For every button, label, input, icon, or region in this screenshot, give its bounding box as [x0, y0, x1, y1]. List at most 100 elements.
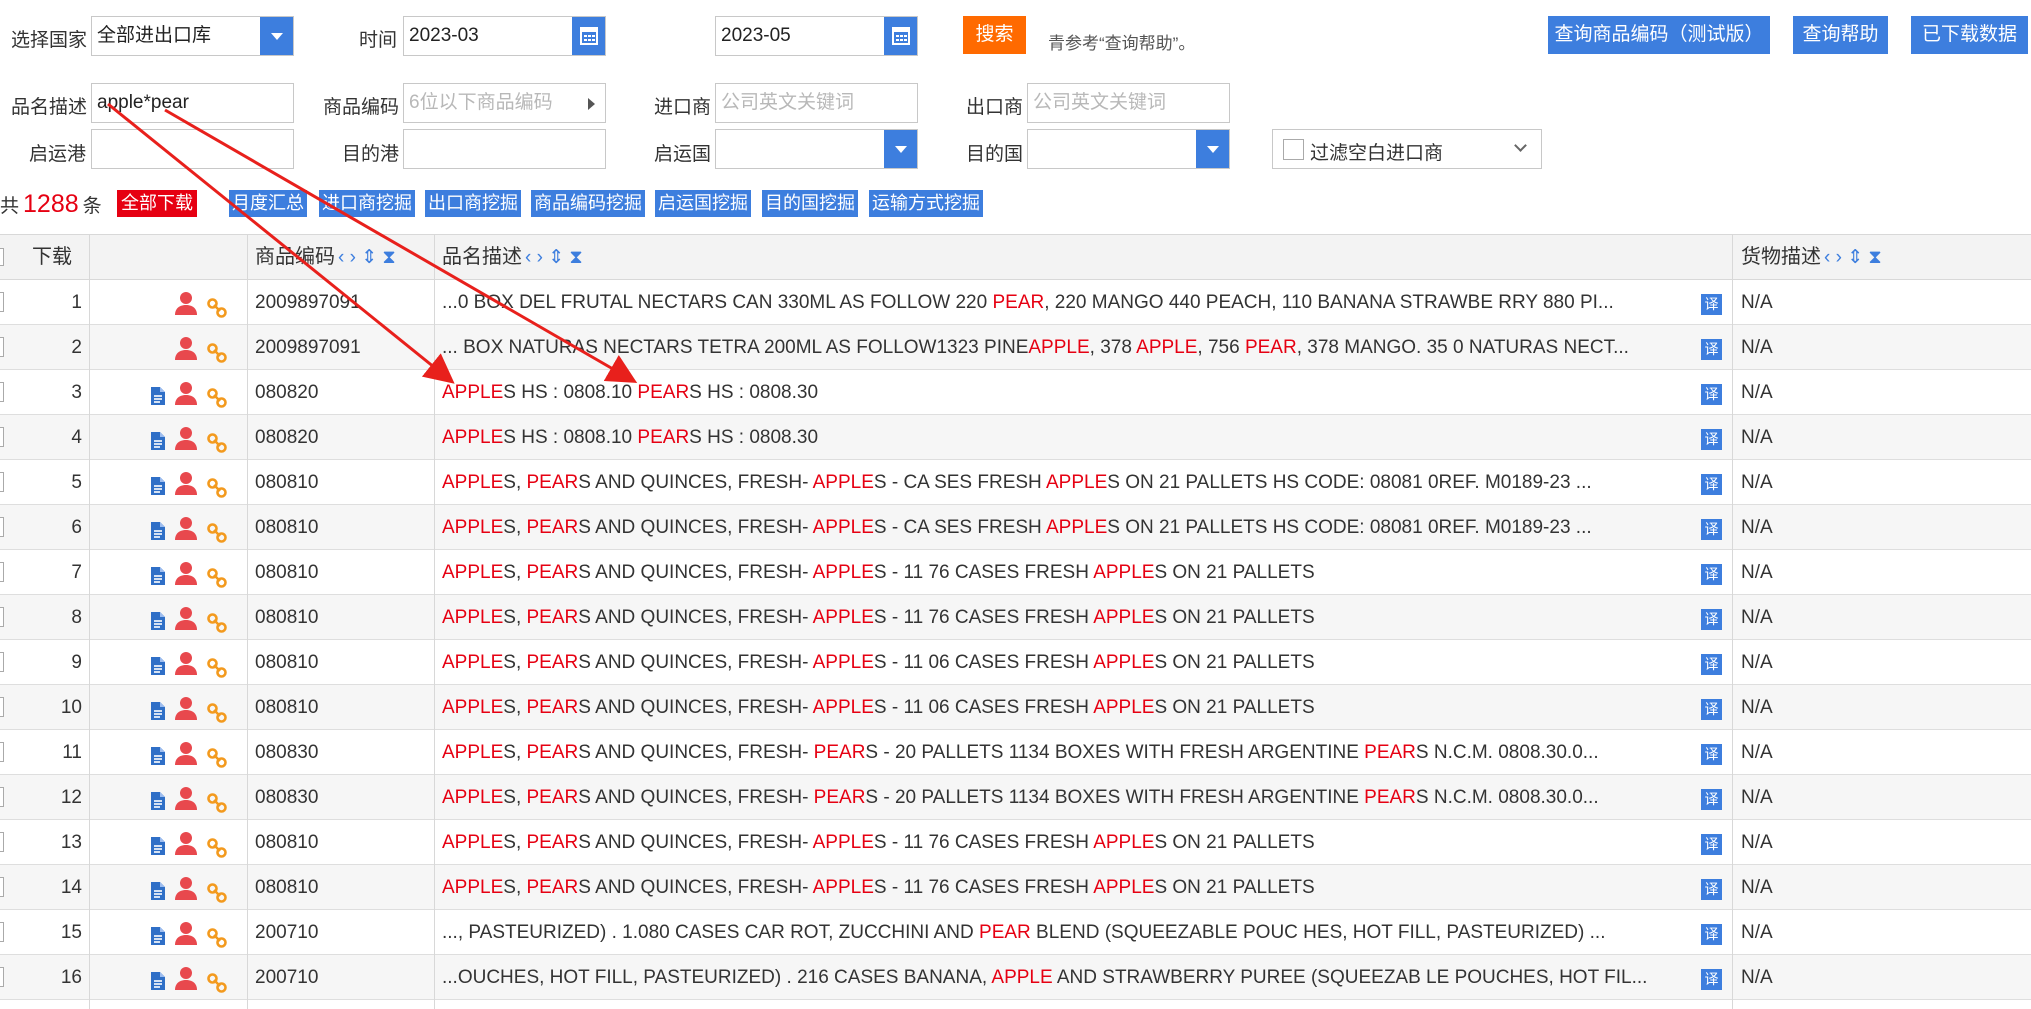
row-checkbox[interactable]: [0, 877, 4, 897]
row-checkbox[interactable]: [0, 607, 4, 627]
header-goods[interactable]: 货物描述 ‹ › ⇕ ⧗: [1741, 235, 1882, 279]
document-icon[interactable]: [150, 656, 166, 681]
header-select-checkbox[interactable]: [0, 248, 4, 266]
caret-right-icon[interactable]: [588, 98, 595, 110]
person-icon[interactable]: [175, 291, 197, 320]
row-description[interactable]: ...0 BOX DEL FRUTAL NECTARS CAN 330ML AS…: [442, 280, 1692, 325]
link-icon[interactable]: [207, 748, 227, 773]
translate-icon[interactable]: 译: [1701, 294, 1722, 315]
sort-icon[interactable]: ‹ › ⇕ ⧗: [525, 236, 583, 280]
translate-icon[interactable]: 译: [1701, 474, 1722, 495]
translate-icon[interactable]: 译: [1701, 519, 1722, 540]
person-icon[interactable]: [175, 786, 197, 815]
tool-hscode-mining[interactable]: 商品编码挖掘: [531, 190, 645, 217]
chevron-down-icon[interactable]: [1196, 130, 1229, 168]
translate-icon[interactable]: 译: [1701, 744, 1722, 765]
link-icon[interactable]: [207, 613, 227, 638]
table-row[interactable]: 11 080830 APPLES, PEARS AND QUINCES, FRESH…: [0, 730, 2031, 775]
translate-icon[interactable]: 译: [1701, 654, 1722, 675]
translate-icon[interactable]: 译: [1701, 789, 1722, 810]
link-icon[interactable]: [207, 388, 227, 413]
table-row[interactable]: 1 2009897091 ...0 BOX DEL FRUTAL NECTARS C…: [0, 280, 2031, 325]
person-icon[interactable]: [175, 336, 197, 365]
translate-icon[interactable]: 译: [1701, 609, 1722, 630]
document-icon[interactable]: [150, 836, 166, 861]
translate-icon[interactable]: 译: [1701, 834, 1722, 855]
row-description[interactable]: APPLES, PEARS AND QUINCES, FRESH- APPLES…: [442, 865, 1692, 910]
person-icon[interactable]: [175, 966, 197, 995]
document-icon[interactable]: [150, 386, 166, 411]
link-icon[interactable]: [207, 568, 227, 593]
translate-icon[interactable]: 译: [1701, 429, 1722, 450]
time-start-input[interactable]: 2023-03: [403, 16, 606, 56]
link-icon[interactable]: [207, 793, 227, 818]
sort-icon[interactable]: ‹ › ⇕ ⧗: [1824, 236, 1882, 280]
product-code-input[interactable]: 6位以下商品编码: [403, 83, 606, 123]
table-row[interactable]: 4 080820 APPLES HS : 0808.10 PEARS HS : 08…: [0, 415, 2031, 460]
row-description[interactable]: APPLES, PEARS AND QUINCES, FRESH- APPLES…: [442, 550, 1692, 595]
row-checkbox[interactable]: [0, 517, 4, 537]
download-all-button[interactable]: 全部下载: [117, 190, 197, 217]
document-icon[interactable]: [150, 611, 166, 636]
link-icon[interactable]: [207, 838, 227, 863]
link-icon[interactable]: [207, 883, 227, 908]
link-icon[interactable]: [207, 478, 227, 503]
table-row[interactable]: 2 2009897091 ... BOX NATURAS NECTARS TETRA…: [0, 325, 2031, 370]
table-row[interactable]: 9 080810 APPLES, PEARS AND QUINCES, FRESH-…: [0, 640, 2031, 685]
table-row[interactable]: 16 200710 ...OUCHES, HOT FILL, PASTEURIZED…: [0, 955, 2031, 1000]
person-icon[interactable]: [175, 741, 197, 770]
row-checkbox[interactable]: [0, 292, 4, 312]
row-checkbox[interactable]: [0, 562, 4, 582]
row-description[interactable]: ...OUCHES, HOT FILL, PASTEURIZED) . 216 …: [442, 955, 1692, 1000]
person-icon[interactable]: [175, 381, 197, 410]
tool-dest-country-mining[interactable]: 目的国挖掘: [762, 190, 858, 217]
row-checkbox[interactable]: [0, 742, 4, 762]
product-desc-input[interactable]: apple*pear: [91, 83, 294, 123]
person-icon[interactable]: [175, 561, 197, 590]
table-row[interactable]: 6 080810 APPLES, PEARS AND QUINCES, FRESH-…: [0, 505, 2031, 550]
document-icon[interactable]: [150, 881, 166, 906]
origin-country-select[interactable]: [715, 129, 918, 169]
table-row[interactable]: 3 080820 APPLES HS : 0808.10 PEARS HS : 08…: [0, 370, 2031, 415]
translate-icon[interactable]: 译: [1701, 924, 1722, 945]
document-icon[interactable]: [150, 701, 166, 726]
row-description[interactable]: APPLES, PEARS AND QUINCES, FRESH- PEARS …: [442, 730, 1692, 775]
row-checkbox[interactable]: [0, 382, 4, 402]
link-icon[interactable]: [207, 433, 227, 458]
table-row[interactable]: 7 080810 APPLES, PEARS AND QUINCES, FRESH-…: [0, 550, 2031, 595]
person-icon[interactable]: [175, 426, 197, 455]
row-checkbox[interactable]: [0, 427, 4, 447]
table-row[interactable]: 15 200710 ..., PASTEURIZED) . 1.080 CASES …: [0, 910, 2031, 955]
document-icon[interactable]: [150, 431, 166, 456]
document-icon[interactable]: [150, 521, 166, 546]
link-icon[interactable]: [207, 703, 227, 728]
importer-input[interactable]: 公司英文关键词: [715, 83, 918, 123]
dest-country-select[interactable]: [1027, 129, 1230, 169]
table-row[interactable]: 5 080810 APPLES, PEARS AND QUINCES, FRESH-…: [0, 460, 2031, 505]
translate-icon[interactable]: 译: [1701, 384, 1722, 405]
chevron-down-icon[interactable]: [260, 17, 293, 55]
exporter-input[interactable]: 公司英文关键词: [1027, 83, 1230, 123]
link-icon[interactable]: [207, 298, 227, 323]
tool-origin-country-mining[interactable]: 启运国挖掘: [655, 190, 751, 217]
row-description[interactable]: ..., PASTEURIZED) . 1.080 CASES CAR ROT,…: [442, 910, 1692, 955]
document-icon[interactable]: [150, 746, 166, 771]
row-description[interactable]: APPLES, PEARS AND QUINCES, FRESH- APPLES…: [442, 640, 1692, 685]
translate-icon[interactable]: 译: [1701, 969, 1722, 990]
link-icon[interactable]: [207, 658, 227, 683]
chevron-down-icon[interactable]: [1514, 139, 1527, 152]
row-description[interactable]: APPLES, PEARS AND QUINCES, FRESH- APPLES…: [442, 820, 1692, 865]
row-description[interactable]: APPLES, PEARS AND QUINCES, FRESH- APPLES…: [442, 685, 1692, 730]
row-description[interactable]: ... BOX NATURAS NECTARS TETRA 200ML AS F…: [442, 325, 1692, 370]
table-row[interactable]: 13 080810 APPLES, PEARS AND QUINCES, FRESH…: [0, 820, 2031, 865]
table-row[interactable]: 10 080810 APPLES, PEARS AND QUINCES, FRESH…: [0, 685, 2031, 730]
dest-port-input[interactable]: [403, 129, 606, 169]
origin-port-input[interactable]: [91, 129, 294, 169]
row-description[interactable]: APPLES, PEARS AND QUINCES, FRESH- APPLES…: [442, 460, 1692, 505]
person-icon[interactable]: [175, 696, 197, 725]
tool-monthly-summary[interactable]: 月度汇总: [229, 190, 307, 217]
person-icon[interactable]: [175, 831, 197, 860]
document-icon[interactable]: [150, 926, 166, 951]
person-icon[interactable]: [175, 876, 197, 905]
search-button[interactable]: 搜索: [963, 16, 1026, 54]
